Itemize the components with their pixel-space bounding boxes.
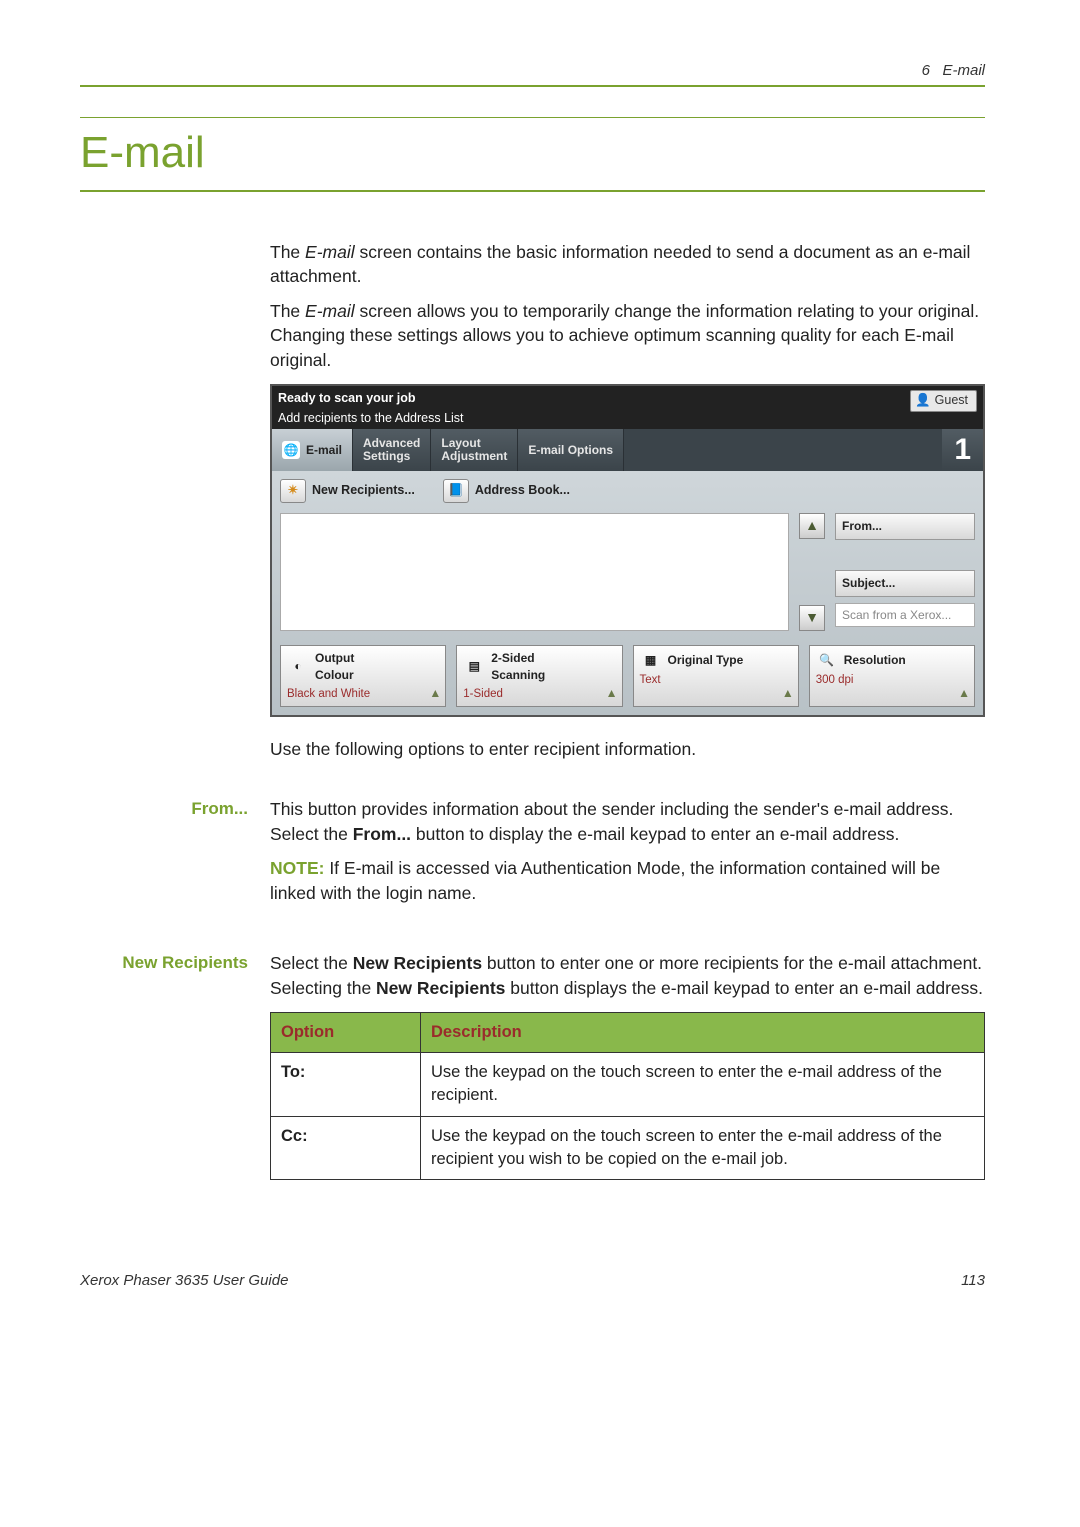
tab-options[interactable]: E-mail Options [518,429,624,471]
from-button[interactable]: From... [835,513,975,540]
footer-left: Xerox Phaser 3635 User Guide [80,1270,288,1291]
new-recipients-body: Select the New Recipients button to ente… [270,951,985,1000]
document-icon: ▦ [640,650,662,670]
cell-desc: Use the keypad on the touch screen to en… [421,1116,985,1179]
tab-advanced[interactable]: Advanced Settings [353,429,431,471]
chevron-up-icon: ▲ [958,685,970,702]
status-ready: Ready to scan your job [278,390,464,408]
tab-bar: 🌐 E-mail Advanced Settings Layout Adjust… [272,429,983,471]
tab-email[interactable]: 🌐 E-mail [272,429,353,471]
th-description: Description [421,1013,985,1053]
header-chapter-num: 6 [922,60,930,81]
job-count: 1 [942,429,983,471]
scroll-up-button[interactable]: ▲ [799,513,825,539]
table-row: To: Use the keypad on the touch screen t… [271,1053,985,1116]
pages-icon: ▤ [463,657,485,677]
from-body: This button provides information about t… [270,797,985,846]
cell-option: To: [271,1053,421,1116]
from-note: NOTE: If E-mail is accessed via Authenti… [270,856,985,905]
sparkle-icon: ✴ [280,479,306,503]
status-subline: Add recipients to the Address List [278,410,464,428]
page-title: E-mail [80,117,985,192]
running-header: 6 E-mail [80,60,985,87]
email-ui-panel: Ready to scan your job Add recipients to… [270,384,985,717]
guest-badge[interactable]: 👤 Guest [910,390,977,412]
book-icon: 📘 [443,479,469,503]
output-colour-option[interactable]: ◐Output Colour Black and White ▲ [280,645,446,707]
chevron-up-icon: ▲ [429,685,441,702]
cell-desc: Use the keypad on the touch screen to en… [421,1053,985,1116]
two-sided-option[interactable]: ▤2-Sided Scanning 1-Sided ▲ [456,645,622,707]
globe-icon: 🌐 [282,441,300,459]
recipient-list[interactable] [280,513,789,631]
user-icon: 👤 [915,392,931,410]
chevron-up-icon: ▲ [606,685,618,702]
subject-button[interactable]: Subject... [835,570,975,597]
original-type-option[interactable]: ▦Original Type Text ▲ [633,645,799,707]
page-footer: Xerox Phaser 3635 User Guide 113 [80,1270,985,1291]
colour-icon: ◐ [287,657,309,677]
address-book-button[interactable]: 📘 Address Book... [443,479,570,503]
chevron-up-icon: ▲ [782,685,794,702]
options-intro: Use the following options to enter recip… [270,737,985,762]
intro-para-2: The E-mail screen allows you to temporar… [270,299,985,373]
footer-page-number: 113 [961,1270,985,1291]
header-chapter-name: E-mail [942,60,985,81]
tab-layout[interactable]: Layout Adjustment [431,429,518,471]
intro-para-1: The E-mail screen contains the basic inf… [270,240,985,289]
cell-option: Cc: [271,1116,421,1179]
resolution-option[interactable]: 🔍Resolution 300 dpi ▲ [809,645,975,707]
from-section-label: From... [80,797,270,821]
options-table: Option Description To: Use the keypad on… [270,1012,985,1179]
scroll-down-button[interactable]: ▼ [799,605,825,631]
subject-value: Scan from a Xerox... [835,603,975,628]
lens-icon: 🔍 [816,650,838,670]
table-row: Cc: Use the keypad on the touch screen t… [271,1116,985,1179]
new-recipients-section-label: New Recipients [80,951,270,975]
th-option: Option [271,1013,421,1053]
new-recipients-button[interactable]: ✴ New Recipients... [280,479,415,503]
